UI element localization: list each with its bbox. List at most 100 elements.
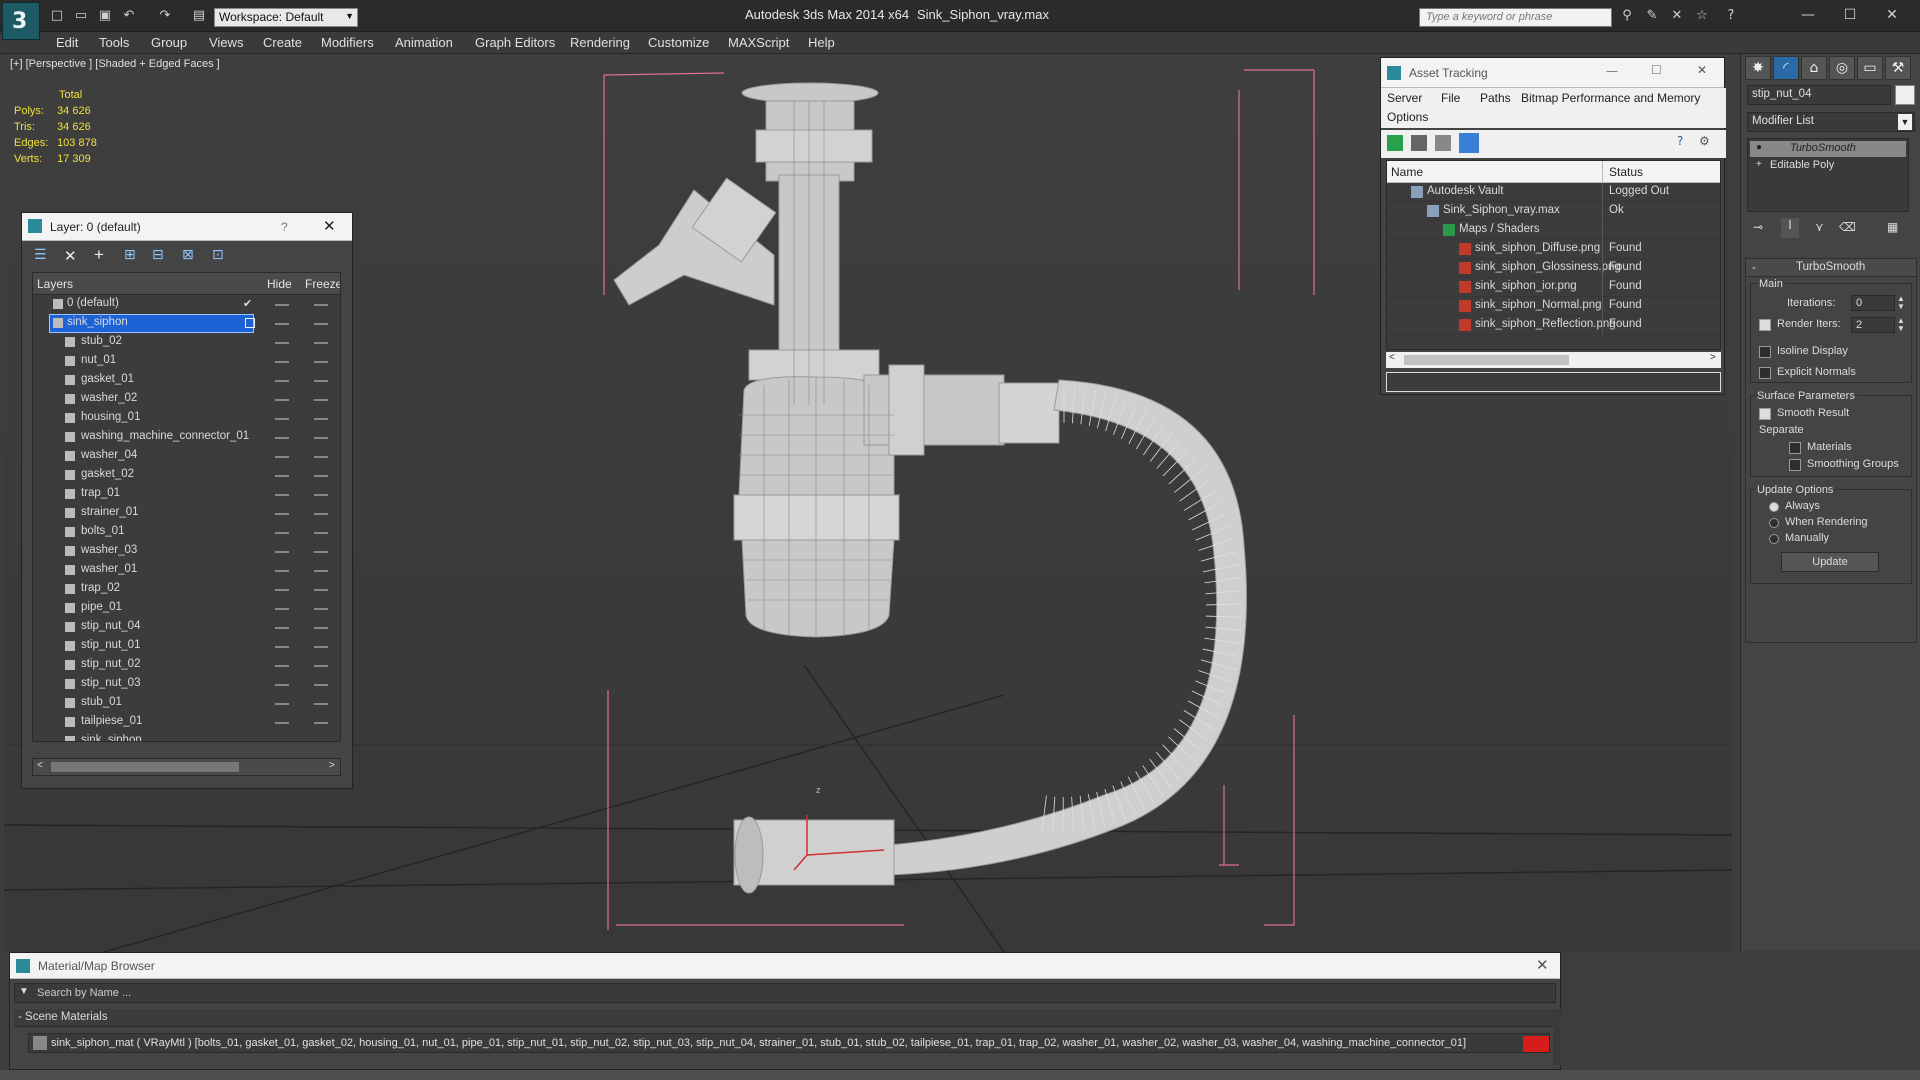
layer-row[interactable]: washer_02 xyxy=(33,390,340,409)
layer-row[interactable]: stip_nut_01 xyxy=(33,637,340,656)
material-search-input[interactable]: Search by Name ... xyxy=(37,987,131,999)
asset-row[interactable]: Maps / Shaders xyxy=(1387,221,1720,240)
menu-help[interactable]: Help xyxy=(808,35,835,50)
hide-toggle[interactable] xyxy=(275,532,289,534)
material-browser-titlebar[interactable]: Material/Map Browser ✕ xyxy=(10,953,1560,979)
add-to-layer-icon[interactable]: + xyxy=(94,245,104,265)
current-layer-check-icon[interactable]: ✔ xyxy=(243,297,252,310)
layer-horizontal-scrollbar[interactable]: < > xyxy=(32,758,341,776)
manually-radio[interactable] xyxy=(1769,534,1779,544)
hide-toggle[interactable] xyxy=(275,380,289,382)
help-icon[interactable]: ? xyxy=(1722,8,1740,24)
layer-row[interactable]: trap_01 xyxy=(33,485,340,504)
hide-toggle[interactable] xyxy=(275,703,289,705)
hide-toggle[interactable] xyxy=(275,665,289,667)
hide-toggle[interactable] xyxy=(275,342,289,344)
layer-row[interactable]: housing_01 xyxy=(33,409,340,428)
layer-row[interactable]: 0 (default) ✔ xyxy=(33,295,340,314)
menu-animation[interactable]: Animation xyxy=(395,35,453,50)
asset-row[interactable]: Autodesk Vault Logged Out xyxy=(1387,183,1720,202)
scene-materials-header[interactable]: - Scene Materials xyxy=(14,1009,1556,1027)
help-button[interactable]: ? xyxy=(281,220,288,234)
asset-menu-paths[interactable]: Paths xyxy=(1480,91,1511,105)
motion-tab-icon[interactable]: ◎ xyxy=(1829,56,1855,80)
lightbulb-icon[interactable]: ● xyxy=(1756,142,1762,153)
freeze-toggle[interactable] xyxy=(314,665,328,667)
menu-create[interactable]: Create xyxy=(263,35,302,50)
layer-row[interactable]: stub_02 xyxy=(33,333,340,352)
layer-row[interactable]: sink_siphon xyxy=(33,314,340,333)
freeze-toggle[interactable] xyxy=(314,399,328,401)
menu-edit[interactable]: Edit xyxy=(56,35,78,50)
column-freeze[interactable]: Freeze xyxy=(305,277,340,291)
modify-tab-icon[interactable]: ◜ xyxy=(1773,56,1799,80)
hide-toggle[interactable] xyxy=(275,475,289,477)
freeze-toggle[interactable] xyxy=(314,646,328,648)
asset-titlebar[interactable]: Asset Tracking — ☐ ✕ xyxy=(1381,58,1724,88)
asset-row[interactable]: sink_siphon_Glossiness.png Found xyxy=(1387,259,1720,278)
layer-row[interactable]: washing_machine_connector_01 xyxy=(33,428,340,447)
menu-modifiers[interactable]: Modifiers xyxy=(321,35,374,50)
show-end-result-icon[interactable]: Ⅰ xyxy=(1781,218,1799,238)
minimize-icon[interactable]: — xyxy=(1788,4,1828,26)
search-options-icon[interactable]: ▼ xyxy=(19,986,29,997)
smoothing-groups-checkbox[interactable] xyxy=(1789,459,1801,471)
hide-toggle[interactable] xyxy=(275,589,289,591)
hide-toggle[interactable] xyxy=(275,399,289,401)
layer-row[interactable]: washer_04 xyxy=(33,447,340,466)
new-file-icon[interactable]: □ xyxy=(48,8,66,24)
layer-row[interactable]: gasket_01 xyxy=(33,371,340,390)
hide-toggle[interactable] xyxy=(275,722,289,724)
layer-row[interactable]: strainer_01 xyxy=(33,504,340,523)
save-icon[interactable]: ▣ xyxy=(96,8,114,24)
select-highlighted-icon[interactable]: ⊞ xyxy=(124,247,136,263)
layer-row[interactable]: stub_01 xyxy=(33,694,340,713)
layer-row[interactable]: stip_nut_02 xyxy=(33,656,340,675)
workspace-dropdown[interactable]: Workspace: Default ▼ xyxy=(214,8,358,27)
menu-tools[interactable]: Tools xyxy=(99,35,129,50)
menu-views[interactable]: Views xyxy=(209,35,243,50)
project-folder-icon[interactable]: ▤ xyxy=(190,8,208,24)
minimize-icon[interactable]: — xyxy=(1606,64,1618,78)
set-current-layer-icon[interactable] xyxy=(245,318,255,328)
hide-toggle[interactable] xyxy=(275,437,289,439)
freeze-toggle[interactable] xyxy=(314,532,328,534)
hide-toggle[interactable] xyxy=(275,456,289,458)
expand-icon[interactable]: + xyxy=(1756,159,1762,170)
freeze-toggle[interactable] xyxy=(314,608,328,610)
hide-toggle[interactable] xyxy=(275,646,289,648)
layer-row[interactable]: stip_nut_04 xyxy=(33,618,340,637)
hide-toggle[interactable] xyxy=(275,608,289,610)
asset-horizontal-scrollbar[interactable]: < > xyxy=(1386,352,1721,368)
asset-menu-server[interactable]: Server xyxy=(1387,91,1422,105)
hide-all-layers-icon[interactable]: ⊠ xyxy=(182,247,194,263)
scroll-left-icon[interactable]: < xyxy=(37,760,43,771)
stack-item-editable-poly[interactable]: Editable Poly xyxy=(1750,158,1906,174)
freeze-toggle[interactable] xyxy=(314,456,328,458)
display-tab-icon[interactable]: ▭ xyxy=(1857,56,1883,80)
asset-menu-options[interactable]: Options xyxy=(1387,110,1428,124)
layer-row[interactable]: washer_03 xyxy=(33,542,340,561)
freeze-toggle[interactable] xyxy=(314,684,328,686)
hide-toggle[interactable] xyxy=(275,513,289,515)
spinner-arrows-icon[interactable]: ▲ ▼ xyxy=(1897,317,1905,333)
isoline-checkbox[interactable] xyxy=(1759,346,1771,358)
update-button[interactable]: Update xyxy=(1781,552,1879,572)
asset-row[interactable]: Sink_Siphon_vray.max Ok xyxy=(1387,202,1720,221)
scroll-right-icon[interactable]: > xyxy=(1710,352,1716,363)
tree-view-icon[interactable] xyxy=(1435,135,1451,151)
freeze-toggle[interactable] xyxy=(314,741,328,742)
asset-path-field[interactable] xyxy=(1386,372,1721,392)
freeze-toggle[interactable] xyxy=(314,494,328,496)
materials-checkbox[interactable] xyxy=(1789,442,1801,454)
layer-row[interactable]: stip_nut_03 xyxy=(33,675,340,694)
hide-toggle[interactable] xyxy=(275,741,289,742)
freeze-toggle[interactable] xyxy=(314,361,328,363)
help-icon[interactable]: ? xyxy=(1677,134,1683,148)
menu-customize[interactable]: Customize xyxy=(648,35,709,50)
smooth-result-checkbox[interactable] xyxy=(1759,408,1771,420)
scroll-thumb[interactable] xyxy=(1404,355,1569,365)
asset-row[interactable]: sink_siphon_ior.png Found xyxy=(1387,278,1720,297)
layer-row[interactable]: gasket_02 xyxy=(33,466,340,485)
maximize-icon[interactable]: ☐ xyxy=(1651,63,1662,77)
